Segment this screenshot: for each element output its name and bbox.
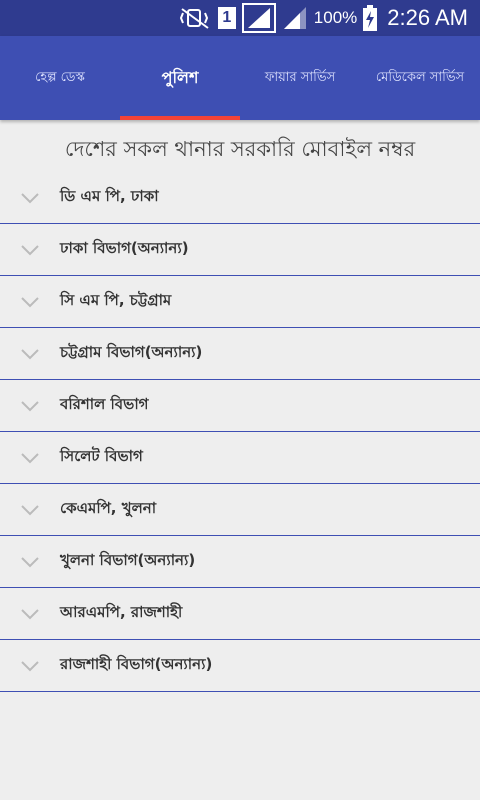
list-item[interactable]: সি এম পি, চট্টগ্রাম [0, 276, 480, 328]
tab-police[interactable]: পুলিশ [120, 36, 240, 120]
list-item-label: সিলেট বিভাগ [60, 447, 143, 465]
clock: 2:26 AM [387, 5, 468, 30]
list-item-label: সি এম পি, চট্টগ্রাম [60, 291, 172, 309]
chevron-down-icon[interactable] [0, 192, 60, 204]
chevron-down-icon[interactable] [0, 556, 60, 568]
chevron-down-icon[interactable] [0, 400, 60, 412]
chevron-down-icon[interactable] [0, 452, 60, 464]
list-item[interactable]: সিলেট বিভাগ [0, 432, 480, 484]
signal-icon [282, 4, 308, 32]
list-item[interactable]: বরিশাল বিভাগ [0, 380, 480, 432]
list-item-label: রাজশাহী বিভাগ(অন্যান্য) [60, 655, 213, 673]
list-item[interactable]: আরএমপি, রাজশাহী [0, 588, 480, 640]
mute-vibrate-icon [178, 4, 212, 32]
list-item[interactable]: কেএমপি, খুলনা [0, 484, 480, 536]
list-item-label: চট্টগ্রাম বিভাগ(অন্যান্য) [60, 343, 203, 361]
tab-fire-service[interactable]: ফায়ার সার্ভিস [240, 36, 360, 120]
list-item[interactable]: রাজশাহী বিভাগ(অন্যান্য) [0, 640, 480, 692]
battery-charging-icon [363, 4, 378, 32]
list-item-label: খুলনা বিভাগ(অন্যান্য) [60, 551, 196, 569]
list-item[interactable]: ঢাকা বিভাগ(অন্যান্য) [0, 224, 480, 276]
list-item[interactable]: চট্টগ্রাম বিভাগ(অন্যান্য) [0, 328, 480, 380]
list-item-label: ডি এম পি, ঢাকা [60, 187, 159, 205]
sim-label: 1 [217, 7, 236, 29]
chevron-down-icon[interactable] [0, 504, 60, 516]
chevron-down-icon[interactable] [0, 296, 60, 308]
chevron-down-icon[interactable] [0, 660, 60, 672]
status-bar: 1 100% 2:26 AM [0, 0, 480, 36]
chevron-down-icon[interactable] [0, 348, 60, 360]
tab-medical-service[interactable]: মেডিকেল সার্ভিস [360, 36, 480, 120]
list-item-label: ঢাকা বিভাগ(অন্যান্য) [60, 239, 189, 257]
list-item-label: কেএমপি, খুলনা [60, 499, 157, 517]
page-title: দেশের সকল থানার সরকারি মোবাইল নম্বর [64, 137, 416, 161]
tab-help-desk[interactable]: হেল্প ডেস্ক [0, 36, 120, 120]
list-item[interactable]: ডি এম পি, ঢাকা [0, 172, 480, 224]
chevron-down-icon[interactable] [0, 244, 60, 256]
tab-bar: হেল্প ডেস্ক পুলিশ ফায়ার সার্ভিস মেডিকেল… [0, 36, 480, 120]
battery-percent: 100% [313, 8, 358, 27]
chevron-down-icon[interactable] [0, 608, 60, 620]
list-item[interactable]: খুলনা বিভাগ(অন্যান্য) [0, 536, 480, 588]
division-list: ডি এম পি, ঢাকা ঢাকা বিভাগ(অন্যান্য) সি এ… [0, 172, 480, 692]
list-item-label: আরএমপি, রাজশাহী [60, 603, 183, 621]
sim-1-icon: 1 [217, 4, 236, 32]
list-item-label: বরিশাল বিভাগ [60, 395, 149, 413]
signal-icon [241, 3, 276, 33]
